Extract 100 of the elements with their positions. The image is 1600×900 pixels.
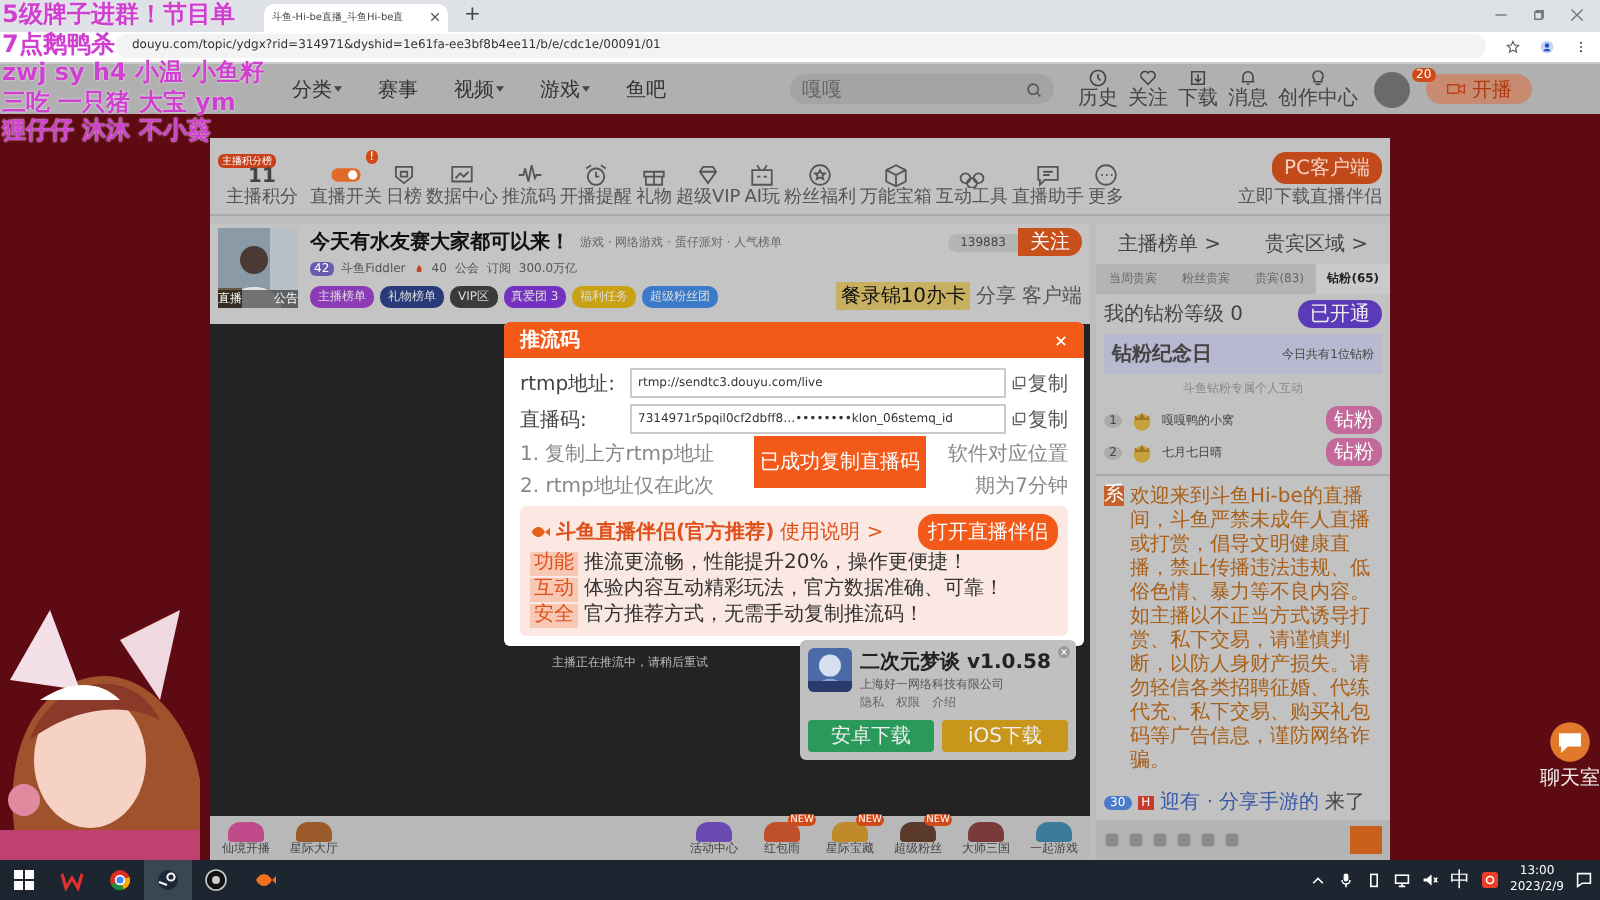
lightbulb-icon bbox=[1308, 68, 1328, 89]
more-icon bbox=[1090, 162, 1123, 188]
nav-link[interactable]: 鱼吧 bbox=[626, 75, 666, 104]
search-icon[interactable] bbox=[1026, 81, 1042, 98]
camera-icon bbox=[1446, 82, 1466, 97]
toggle-switch[interactable] bbox=[330, 162, 362, 188]
restore-icon[interactable] bbox=[1532, 8, 1546, 23]
room-title: 今天有水友赛大家都可以来！ bbox=[310, 228, 570, 256]
system-badge: 系 bbox=[1104, 486, 1124, 506]
crown-medal-icon bbox=[1130, 440, 1154, 464]
toolbar-item[interactable]: 更多 bbox=[1088, 150, 1125, 210]
copy-icon bbox=[1012, 376, 1026, 390]
fan-tag: 钻粉 bbox=[1326, 406, 1382, 434]
header-link-label: 消息 bbox=[1228, 88, 1268, 111]
system-notice: 欢迎来到斗鱼Hi-be的直播间，斗鱼严禁未成年人直播或打赏，倡导文明健康直播，禁止传播违法违规、低俗色情、暴力等不良内容。如主播以不正当方式诱导打赏、私下交易，请谨慎判断，以防人身财产损失。请勿轻信各类招聘征婚、代练代充、私下交易、购买礼包码等广告信息，谨防网络诈骗。 bbox=[1130, 486, 1372, 774]
alarm-clock-icon bbox=[580, 162, 612, 188]
field-label: rtmp地址: bbox=[520, 371, 617, 397]
nav-link[interactable]: 视频 bbox=[454, 75, 504, 104]
cube-icon bbox=[880, 162, 913, 188]
feature-tag: 安全 bbox=[530, 604, 578, 628]
caret-icon bbox=[496, 86, 504, 93]
open-companion-button[interactable]: 打开直播伴侣 bbox=[918, 514, 1058, 550]
chat-room-button[interactable]: 聊天室 bbox=[1540, 720, 1600, 792]
chevron-up-icon[interactable] bbox=[1310, 872, 1327, 888]
sidebar-link[interactable]: 贵宾区域 > bbox=[1264, 230, 1369, 258]
app-name: 二次元梦谈 v1.0.58 bbox=[860, 649, 1051, 676]
sidebar-link[interactable]: 主播榜单 > bbox=[1117, 230, 1222, 258]
chat-bubble-icon bbox=[1548, 720, 1592, 764]
toolbar-item[interactable]: 万能宝箱 bbox=[860, 150, 933, 210]
stream-overlay-text: 狸仔仔 沐沐 不小葵 bbox=[0, 116, 211, 145]
speaker-icon[interactable] bbox=[1422, 872, 1439, 888]
toolbar-item[interactable]: 日榜 bbox=[386, 150, 422, 210]
input-method-indicator[interactable]: 中 bbox=[1450, 866, 1471, 894]
toolbar-item[interactable]: 推流码 bbox=[502, 150, 556, 210]
nav-link[interactable]: 赛事 bbox=[378, 75, 418, 104]
caret-icon bbox=[334, 86, 342, 93]
header-link[interactable]: 下载 bbox=[1178, 68, 1218, 111]
client-link[interactable]: 客户端 bbox=[1022, 282, 1082, 310]
toolbar-item[interactable]: 超级VIP bbox=[676, 150, 741, 210]
microphone-icon[interactable] bbox=[1338, 872, 1355, 888]
feature-text: 推流更流畅，性能提升20%，操作更便捷！ bbox=[584, 552, 969, 576]
close-icon[interactable] bbox=[430, 12, 440, 23]
header-link[interactable]: 关注 bbox=[1128, 68, 1168, 111]
copy-button[interactable]: 复制 bbox=[1012, 369, 1068, 397]
clock-icon bbox=[1088, 68, 1108, 89]
instruction-text: 2. rtmp地址仅在此次 bbox=[520, 473, 714, 500]
toolbar-item[interactable]: 礼物 bbox=[636, 150, 672, 210]
star-icon[interactable] bbox=[1506, 39, 1520, 54]
header-link[interactable]: 历史 bbox=[1078, 68, 1118, 111]
stream-overlay-text: zwj sy h4 小温 小鱼籽 bbox=[0, 58, 264, 87]
promo-title: 斗鱼直播伴侣(官方推荐) bbox=[556, 518, 775, 546]
promo-label[interactable]: 餐录锦10办卡 bbox=[836, 282, 970, 310]
toast-message: 已成功复制直播码 bbox=[754, 436, 926, 488]
heart-icon bbox=[1138, 68, 1158, 89]
fan-tag: 钻粉 bbox=[1326, 438, 1382, 466]
header-link-label: 创作中心 bbox=[1278, 88, 1358, 111]
feature-tag: 功能 bbox=[530, 552, 578, 576]
toolbar-item[interactable]: 粉丝福利 bbox=[784, 150, 857, 210]
feature-text: 官方推荐方式，无需手动复制推流码！ bbox=[584, 604, 924, 628]
follow-button[interactable]: 关注 bbox=[1018, 228, 1082, 256]
medal-icon bbox=[804, 162, 837, 188]
android-download-button[interactable]: 安卓下载 bbox=[808, 720, 934, 752]
header-link-label: 历史 bbox=[1078, 88, 1118, 111]
score-value: 11 bbox=[248, 168, 276, 188]
nav-link[interactable]: 分类 bbox=[292, 75, 342, 104]
usage-link[interactable]: 使用说明 > bbox=[780, 518, 884, 546]
new-tab-button[interactable]: + bbox=[464, 4, 481, 27]
toolbar-item[interactable]: 数据中心 bbox=[426, 150, 498, 210]
user-avatar[interactable] bbox=[1374, 71, 1410, 108]
pc-client-button[interactable]: PC客户端 bbox=[1271, 152, 1382, 184]
header-link[interactable]: 创作中心 bbox=[1278, 68, 1358, 111]
toolbar-item[interactable]: 开播提醒 bbox=[560, 150, 632, 210]
waveform-icon bbox=[513, 162, 545, 188]
nav-link[interactable]: 游戏 bbox=[540, 75, 590, 104]
share-link[interactable]: 分享 bbox=[976, 282, 1016, 310]
dialog-title: 推流码 bbox=[520, 326, 580, 354]
chat-message: 来了 bbox=[1325, 789, 1366, 816]
fish-logo-icon bbox=[530, 522, 550, 542]
close-icon[interactable] bbox=[1570, 8, 1584, 23]
header-link[interactable]: 消息 bbox=[1228, 68, 1268, 111]
copy-button[interactable]: 复制 bbox=[1012, 405, 1068, 433]
crown-medal-icon bbox=[1130, 408, 1154, 432]
activated-button[interactable]: 已开通 bbox=[1298, 300, 1382, 328]
chat-username[interactable]: 迎有 · 分享手游的 bbox=[1160, 788, 1320, 816]
instruction-text: 1. 复制上方rtmp地址 bbox=[520, 441, 714, 468]
battery-icon[interactable] bbox=[1366, 872, 1383, 888]
toolbar-item[interactable]: 直播助手 bbox=[1012, 150, 1085, 210]
stream-overlay-text: 三吃 一只猪 大宝 ym bbox=[0, 87, 238, 116]
chat-icon bbox=[1032, 162, 1065, 188]
profile-icon[interactable] bbox=[1540, 39, 1554, 54]
caret-icon bbox=[582, 86, 590, 93]
menu-icon[interactable] bbox=[1574, 39, 1588, 54]
toolbar-item[interactable]: 互动工具 bbox=[936, 150, 1009, 210]
download-link[interactable]: 立即下载直播伴侣 bbox=[1238, 188, 1382, 210]
field-label: 直播码: bbox=[520, 407, 589, 433]
notification-icon[interactable] bbox=[1576, 872, 1592, 888]
toolbar-item[interactable]: AI玩 bbox=[744, 150, 781, 210]
tv-icon bbox=[746, 162, 779, 188]
chart-icon bbox=[446, 162, 478, 188]
fan-level-text: 我的钻粉等级 0 bbox=[1104, 301, 1244, 328]
